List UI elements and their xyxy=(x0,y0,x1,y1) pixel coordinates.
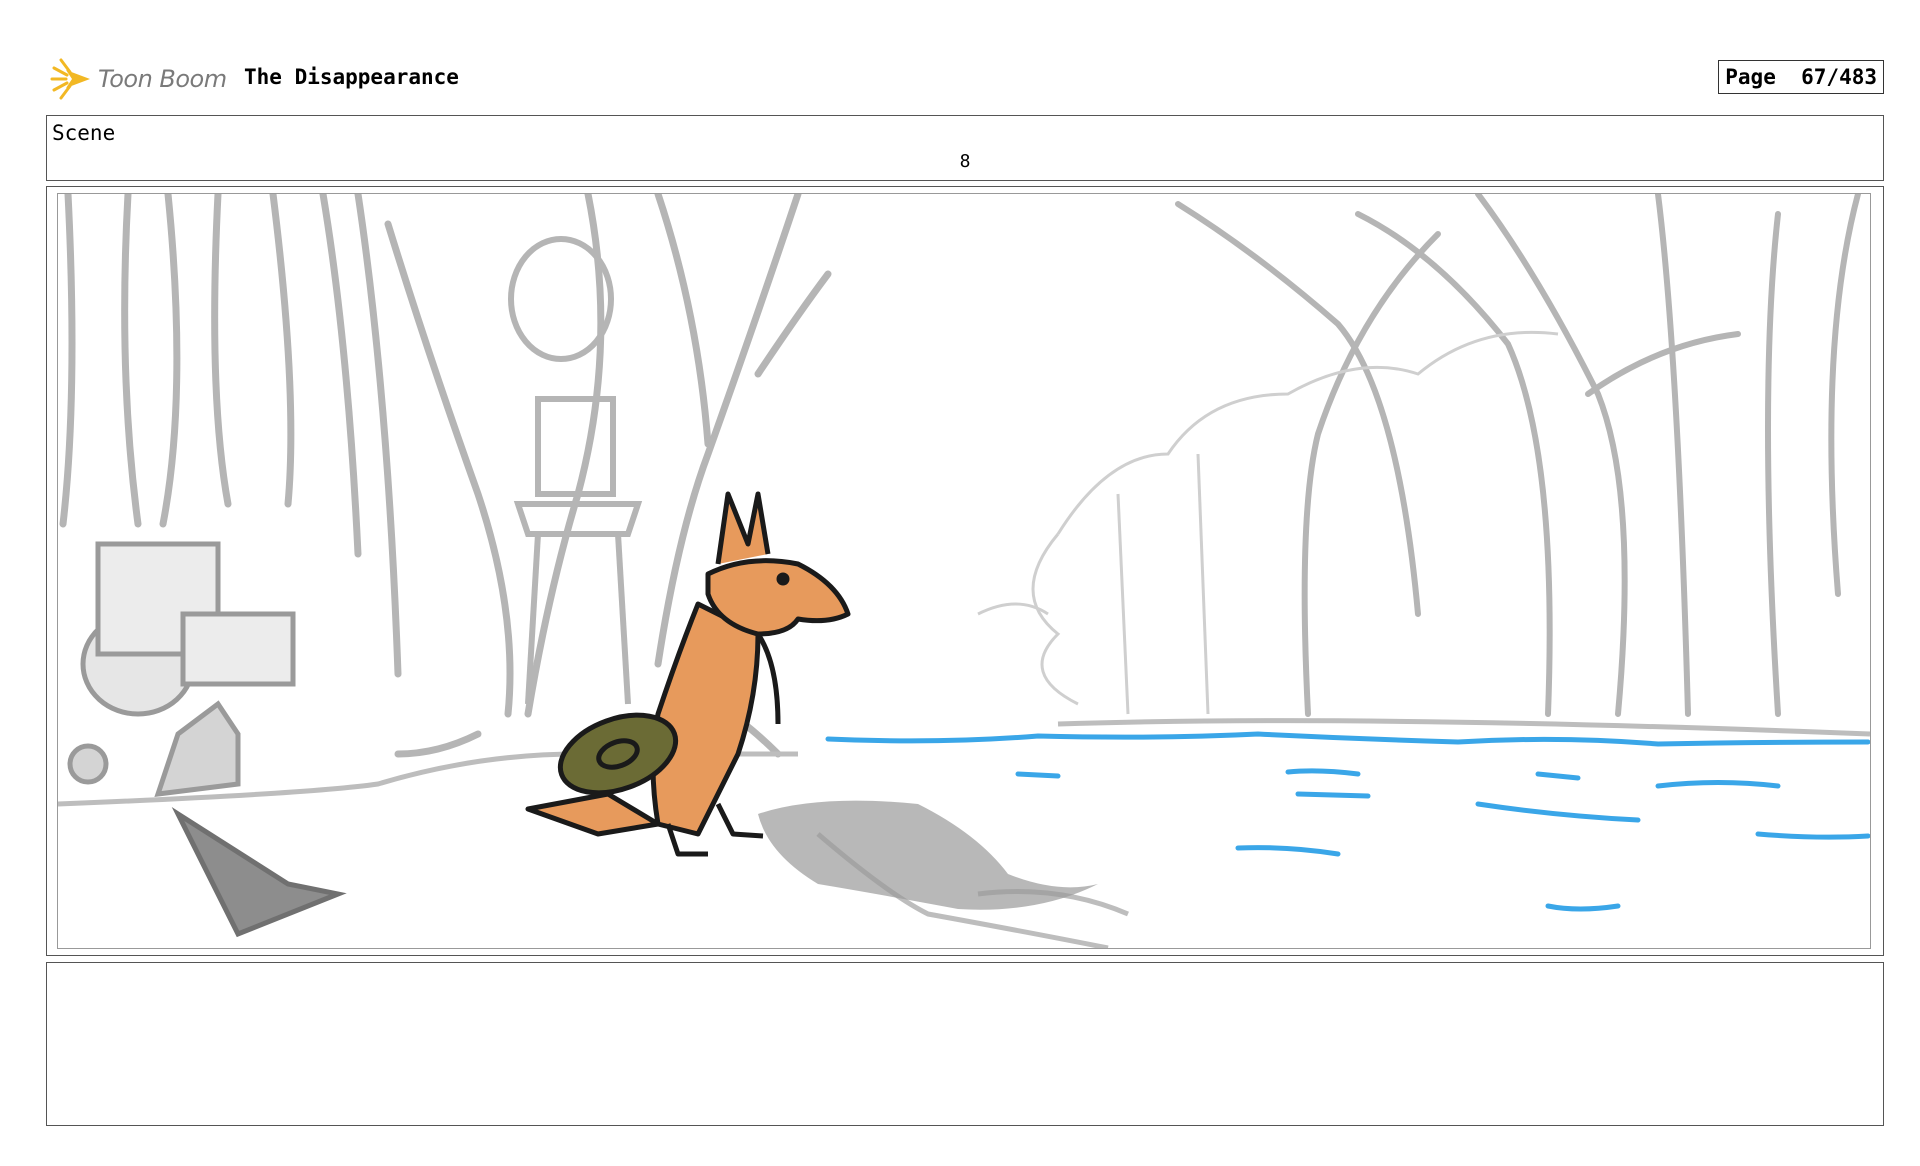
sketch-clock-post xyxy=(508,236,643,705)
fox-character xyxy=(525,491,851,857)
toon-boom-logo: Toon Boom xyxy=(46,54,236,104)
page-number: 67/483 xyxy=(1801,65,1877,89)
ground-shadow xyxy=(758,800,1098,910)
storyboard-header: Toon Boom The Disappearance Page 67/483 xyxy=(46,52,1884,106)
sunburst-icon xyxy=(50,58,90,100)
scene-label: Scene xyxy=(52,121,116,145)
scene-box: Scene 8 xyxy=(46,115,1884,181)
panel-notes-box[interactable] xyxy=(46,962,1884,1126)
sketch-debris xyxy=(67,541,347,938)
storyboard-panel[interactable] xyxy=(46,186,1884,956)
scene-number: 8 xyxy=(959,151,971,172)
page-indicator: Page 67/483 xyxy=(1718,60,1884,94)
logo-text: Toon Boom xyxy=(98,65,227,93)
panel-artwork xyxy=(58,194,1870,948)
sketch-trees-right xyxy=(1175,194,1861,717)
page-label: Page xyxy=(1725,65,1776,89)
panel-drawing-area xyxy=(57,193,1871,949)
sketch-foliage xyxy=(977,330,1559,715)
project-title: The Disappearance xyxy=(244,65,459,89)
